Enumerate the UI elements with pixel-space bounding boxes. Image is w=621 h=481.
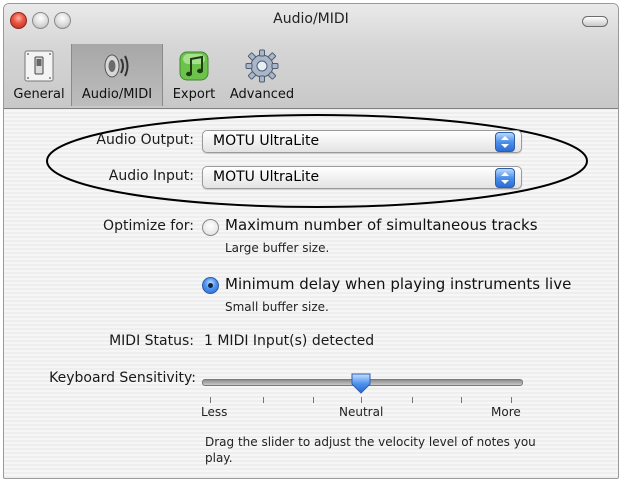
toolbar: General Audio/MIDI Export Advanced [4,44,618,106]
slider-tick [412,397,413,403]
midi-status-label: MIDI Status: [109,333,194,349]
tab-general-label: General [13,87,65,102]
slider-tick [210,397,211,403]
preferences-window: Audio/MIDI General Audio/MIDI Export Adv… [3,3,619,479]
radio-min-delay[interactable] [202,277,219,294]
slider-tick [461,397,462,403]
window-title: Audio/MIDI [273,11,349,27]
popup-arrows-icon [495,132,515,152]
sensitivity-slider-thumb[interactable] [349,371,373,395]
option-max-tracks-subtitle: Large buffer size. [225,241,330,255]
option-min-delay-subtitle: Small buffer size. [225,300,329,314]
tab-export[interactable]: Export [164,44,224,106]
audio-input-popup[interactable]: MOTU UltraLite [202,166,522,189]
optimize-label: Optimize for: [103,218,194,234]
audio-output-value: MOTU UltraLite [213,133,320,149]
slider-max-label: More [491,405,521,419]
tab-advanced-label: Advanced [229,87,295,102]
slider-tick [511,397,512,403]
title-bar: Audio/MIDI General Audio/MIDI Export Adv… [4,4,618,109]
toolbar-toggle-button[interactable] [582,16,608,27]
midi-status-value: 1 MIDI Input(s) detected [204,333,375,349]
keyboard-sensitivity-label: Keyboard Sensitivity: [49,370,196,386]
audio-input-value: MOTU UltraLite [213,169,320,185]
audio-output-popup[interactable]: MOTU UltraLite [202,130,522,153]
tab-audio-midi-label: Audio/MIDI [81,87,153,102]
slider-min-label: Less [201,405,228,419]
radio-max-tracks[interactable] [202,219,219,236]
slider-tick [361,397,362,403]
switch-icon [21,48,57,84]
annotation-ellipse [46,114,588,208]
tab-export-label: Export [172,87,216,102]
gear-icon [244,48,280,84]
audio-output-label: Audio Output: [96,132,194,148]
audio-input-label: Audio Input: [108,168,194,184]
option-min-delay-title[interactable]: Minimum delay when playing instruments l… [225,275,571,293]
slider-tick [263,397,264,403]
option-max-tracks-title[interactable]: Maximum number of simultaneous tracks [225,216,538,234]
sensitivity-help-text: Drag the slider to adjust the velocity l… [205,435,536,465]
slider-mid-label: Neutral [339,405,384,419]
music-note-icon [176,48,212,84]
speaker-icon [99,48,135,84]
tab-advanced[interactable]: Advanced [226,44,298,106]
slider-tick [313,397,314,403]
tab-general[interactable]: General [8,44,70,106]
tab-audio-midi[interactable]: Audio/MIDI [71,44,163,106]
popup-arrows-icon [495,168,515,188]
